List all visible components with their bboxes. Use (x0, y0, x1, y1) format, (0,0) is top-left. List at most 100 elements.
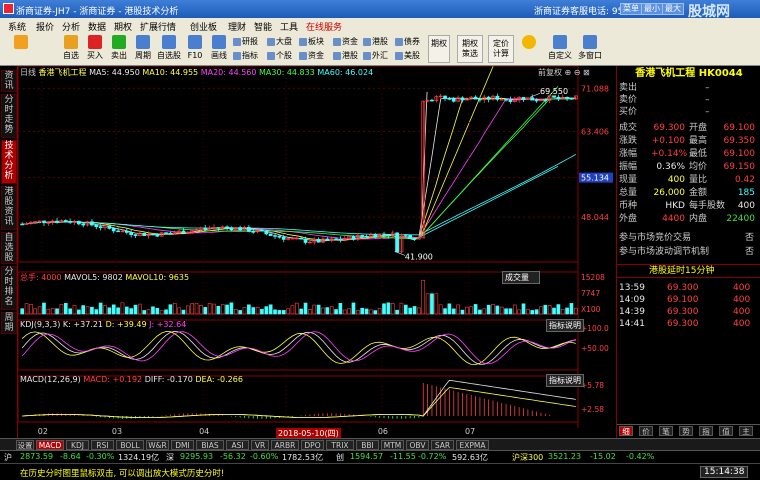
options-button[interactable]: 期权 (428, 35, 450, 63)
volume-bar (29, 304, 33, 315)
indicator-tab-dmi[interactable]: DMI (171, 440, 194, 450)
menu-window-button[interactable]: 菜单 (620, 3, 642, 15)
options-strategy-button[interactable]: 期权 策选 (457, 35, 483, 63)
quote-value: 400 (737, 201, 755, 211)
volume-bar (281, 310, 286, 315)
quote-label: 成交 (619, 123, 638, 133)
candle-body (412, 238, 417, 240)
indicator-tab-macd[interactable]: MACD (36, 440, 64, 450)
bond-button[interactable]: 债券 (394, 36, 420, 48)
volume-bar (264, 306, 269, 315)
tab-intraday[interactable]: 分时走势 (1, 94, 17, 138)
candle-body (325, 238, 330, 241)
adjust-tags[interactable]: 前复权 ⊕ ⊖ ⊠ (538, 67, 590, 78)
sector-button[interactable]: 板块 (298, 36, 324, 48)
status-bar: 在历史分时图里鼠标双击, 可以调出放大模式历史分时! 15:14:38 (0, 463, 760, 480)
volume-bar (268, 304, 273, 315)
candle-body (124, 230, 129, 233)
qtab-value[interactable]: 值 (719, 426, 733, 436)
customize-button[interactable]: 自定义 (546, 35, 574, 63)
stock-button[interactable]: 个股 (266, 50, 292, 62)
tab-watchlist[interactable]: 自选股 (1, 232, 17, 264)
back-button[interactable] (10, 35, 32, 63)
qtab-trend[interactable]: 势 (679, 426, 693, 436)
buy-button[interactable]: 买入 (84, 35, 106, 63)
indicator-tab-sar[interactable]: SAR (431, 440, 454, 450)
indicator-tab-[interactable]: 设置 (16, 440, 34, 450)
volume-bar (465, 306, 469, 315)
maximize-button[interactable]: 最大 (662, 3, 684, 15)
quote-label: 涨跌 (619, 136, 638, 146)
learn-button[interactable] (518, 35, 540, 63)
hk-stock-button[interactable]: 港股 (362, 36, 388, 48)
qtab-detail[interactable]: 细 (619, 426, 633, 436)
macd-indicator-help[interactable]: 指标说明 (546, 374, 584, 387)
indicator-button[interactable]: 指标 (232, 50, 258, 62)
buy-icon (88, 35, 102, 49)
trade-volume: 400 (733, 307, 751, 317)
indicator-tab-trix[interactable]: TRIX (326, 440, 354, 450)
indicator-tab-dpo[interactable]: DPO (301, 440, 324, 450)
trade-row: 13:59 69.300 400 (617, 282, 760, 294)
pricing-calc-button[interactable]: 定价 计算 (488, 35, 514, 63)
indicator-tab-boll[interactable]: BOLL (116, 440, 144, 450)
dev-button[interactable]: 港股 (332, 50, 358, 62)
watchlist-button[interactable]: 自选股 (156, 35, 182, 63)
candle-body (155, 234, 160, 237)
chart-area[interactable]: 71.08863.40655.13448.04455.13469.55041.9… (18, 66, 616, 439)
app-icon (3, 3, 14, 14)
trade-volume: 400 (733, 319, 751, 329)
indicator-tab-mtm[interactable]: MTM (381, 440, 404, 450)
tab-technical[interactable]: 技术分析 (1, 140, 17, 184)
volume-bar (129, 308, 133, 315)
volume-select[interactable]: 成交量 (502, 271, 540, 284)
favorite-button[interactable]: 自选 (60, 35, 82, 63)
draw-line-button[interactable]: 画线 (208, 35, 230, 63)
us-stock-button[interactable]: 美股 (394, 50, 420, 62)
qtab-index[interactable]: 指 (699, 426, 713, 436)
mavol5-label: MAVOL5: 9802 (64, 273, 123, 282)
minimize-button[interactable]: 最小 (641, 3, 663, 15)
indicator-tab-arbr[interactable]: ARBR (271, 440, 299, 450)
volume-bar (373, 310, 378, 315)
volume-bar (151, 306, 155, 315)
index-value: 沪深300 (512, 453, 544, 462)
indicator-tab-rsi[interactable]: RSI (91, 440, 114, 450)
indicator-tab-vr[interactable]: VR (251, 440, 269, 450)
qtab-ticks[interactable]: 笔 (659, 426, 673, 436)
indicator-tab-expma[interactable]: EXPMA (456, 440, 489, 450)
volume-bar (434, 293, 439, 315)
forex-button[interactable]: 外汇 (362, 50, 388, 62)
quote-row: 外盘 4400 内盘 22400 (617, 213, 760, 225)
research-button[interactable]: 研报 (232, 36, 258, 48)
indicator-tab-asi[interactable]: ASI (226, 440, 249, 450)
period-button[interactable]: 周期 (132, 35, 154, 63)
indicator-tab-kdj[interactable]: KDJ (66, 440, 89, 450)
sell-button[interactable]: 卖出 (108, 35, 130, 63)
volume-bar (299, 308, 304, 315)
kdj-indicator-help[interactable]: 指标说明 (546, 319, 584, 332)
volume-tick-label: 15208 (581, 273, 605, 282)
fund-manage-button[interactable]: 资金 (332, 36, 358, 48)
tab-news[interactable]: 资讯 (1, 70, 17, 92)
index-value: 1594.57 (350, 452, 384, 461)
f10-button[interactable]: F10 (184, 35, 206, 63)
indicator-tab-obv[interactable]: OBV (406, 440, 429, 450)
indicator-tab-wr[interactable]: W&R (146, 440, 169, 450)
tab-period[interactable]: 周期 (1, 312, 17, 334)
indicator-tab-bbi[interactable]: BBI (356, 440, 379, 450)
fund-button[interactable]: 资金 (298, 50, 324, 62)
tab-ranking[interactable]: 分时排名 (1, 266, 17, 310)
indicator-tab-bias[interactable]: BIAS (196, 440, 224, 450)
qtab-price[interactable]: 价 (639, 426, 653, 436)
multi-window-button[interactable]: 多窗口 (576, 35, 604, 63)
market-button[interactable]: 大盘 (266, 36, 292, 48)
volume-bar (94, 309, 99, 315)
volume-bar (447, 303, 452, 315)
quote-title: 香港飞机工程 HK0044 (635, 68, 743, 79)
qtab-main[interactable]: 主 (739, 426, 753, 436)
trade-volume: 400 (733, 295, 751, 305)
candle-body (408, 234, 413, 239)
tab-hk-news[interactable]: 港股资讯 (1, 186, 17, 230)
volume-bar (478, 309, 482, 315)
